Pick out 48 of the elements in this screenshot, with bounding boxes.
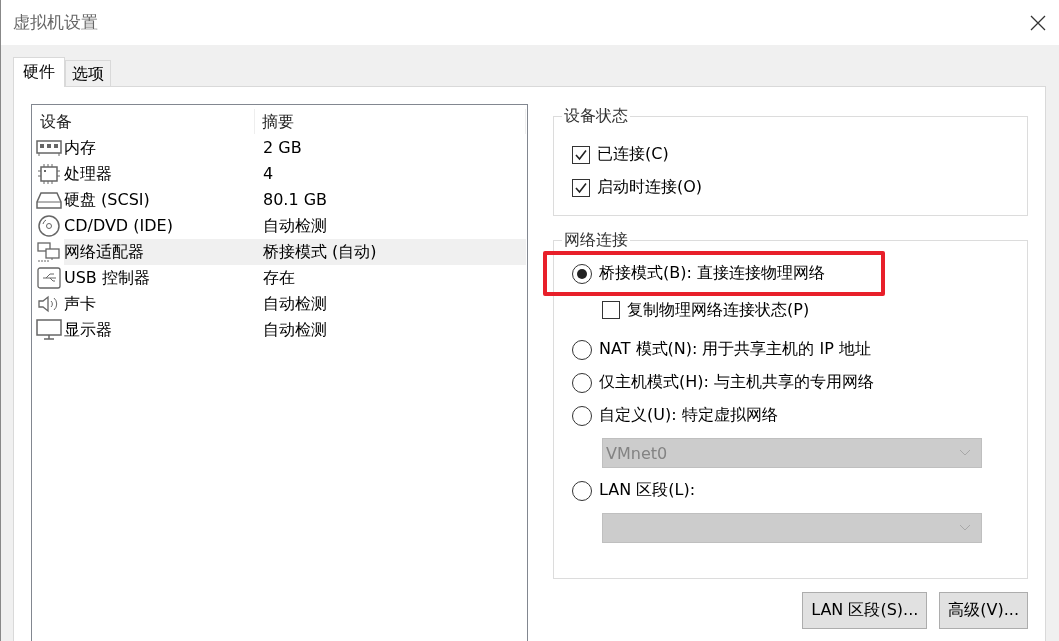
device-summary: 自动检测 [262,319,328,341]
radio-button[interactable] [572,405,592,426]
checkbox-label: 已连接(C) [597,144,669,165]
checkbox[interactable] [572,145,590,164]
device-name[interactable]: 内存 [64,135,255,161]
device-name[interactable]: USB 控制器 [64,265,255,291]
processor-icon [36,163,62,185]
tab[interactable]: 选项 [65,60,111,86]
dialog-button[interactable]: 高级(V)... [939,592,1028,629]
radio-button[interactable] [572,372,592,393]
dialog-button[interactable]: LAN 区段(S)... [802,592,928,629]
device-name[interactable]: 显示器 [64,317,255,343]
tab[interactable]: 硬件 [13,57,65,87]
device-name[interactable]: 网络适配器 [64,239,255,265]
radio-label: 桥接模式(B): 直接连接物理网络 [599,263,825,284]
usb-icon [36,266,62,290]
checkbox-label: 启动时连接(O) [597,177,703,198]
radio-label: NAT 模式(N): 用于共享主机的 IP 地址 [599,339,871,360]
monitor-icon [36,319,62,341]
device-summary: 80.1 GB [262,189,329,211]
memory-icon [36,139,62,157]
group-title: 网络连接 [562,230,630,250]
checkbox[interactable] [602,301,620,319]
device-summary: 桥接模式 (自动) [255,239,526,265]
device-summary: 2 GB [262,137,303,159]
close-icon[interactable] [1029,13,1047,32]
device-summary: 自动检测 [262,215,328,237]
radio-button[interactable] [572,339,592,360]
device-summary: 自动检测 [262,293,328,315]
group-title: 设备状态 [562,106,630,126]
radio-button[interactable] [572,480,592,501]
column-header[interactable]: 摘要 [255,109,526,134]
network-icon [36,241,62,263]
device-name[interactable]: CD/DVD (IDE) [64,213,255,239]
device-summary: 存在 [262,267,296,289]
device-summary: 4 [262,163,275,185]
checkbox-label: 复制物理网络连接状态(P) [627,299,810,321]
window-title: 虚拟机设置 [13,11,98,34]
radio-button[interactable] [572,263,592,284]
radio-label: LAN 区段(L): [599,480,696,501]
device-name[interactable]: 处理器 [64,161,255,187]
device-name[interactable]: 硬盘 (SCSI) [64,187,255,213]
radio-label: 自定义(U): 特定虚拟网络 [599,405,778,426]
column-header[interactable]: 设备 [33,109,255,134]
disc-icon [36,214,62,238]
radio-label: 仅主机模式(H): 与主机共享的专用网络 [599,372,874,393]
device-name[interactable]: 声卡 [64,291,255,317]
checkbox[interactable] [572,178,590,197]
